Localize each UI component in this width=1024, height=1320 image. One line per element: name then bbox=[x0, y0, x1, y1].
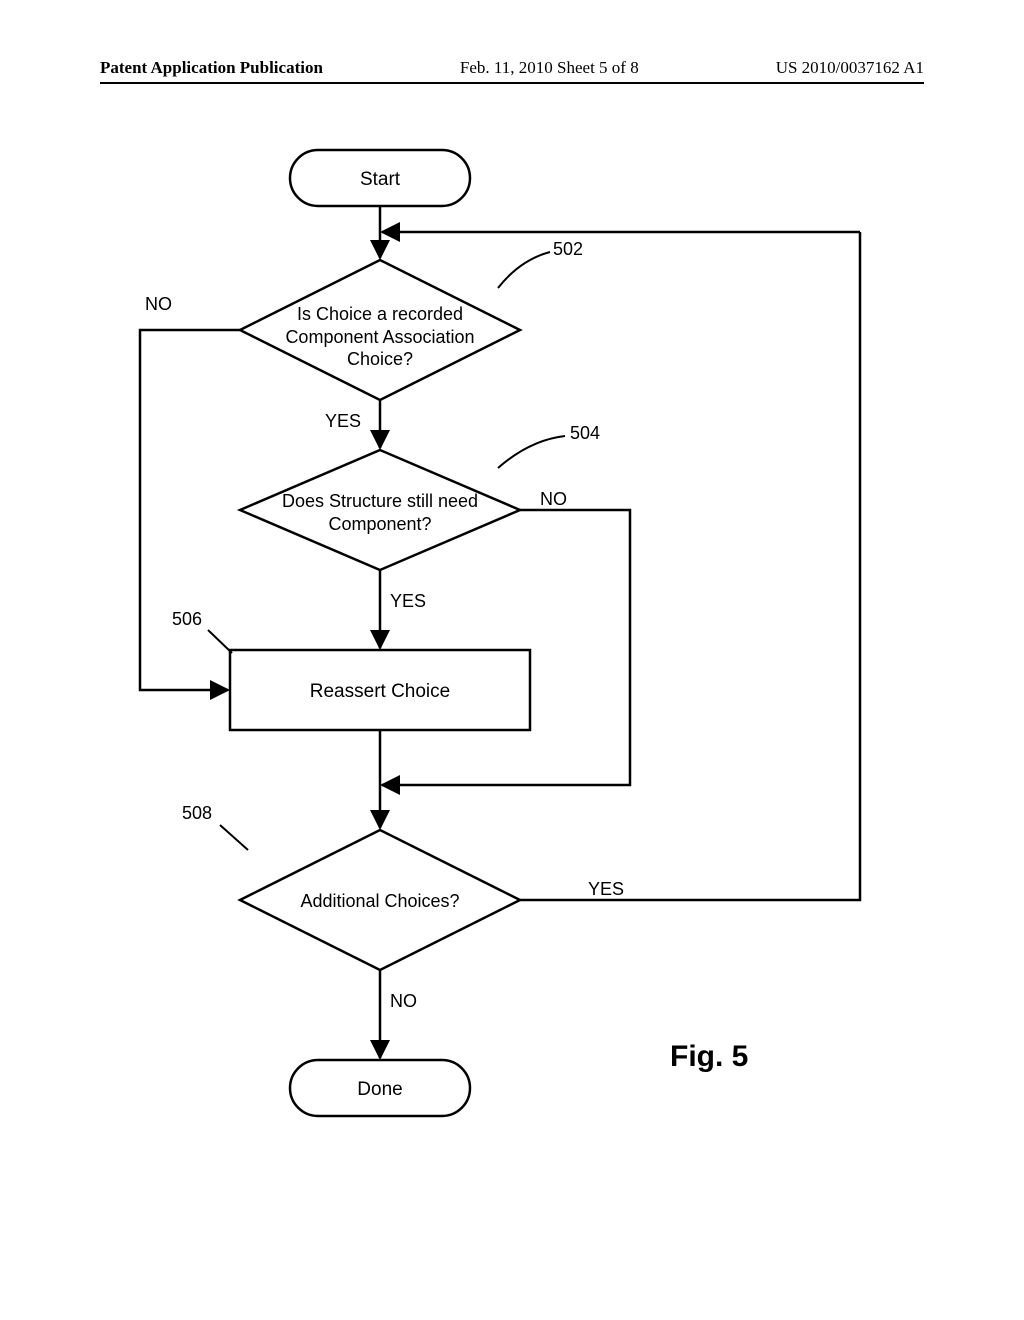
header-right: US 2010/0037162 A1 bbox=[776, 58, 924, 78]
edge-label-504-yes: YES bbox=[390, 590, 426, 613]
edge-label-502-no: NO bbox=[145, 293, 172, 316]
process-506-label: Reassert Choice bbox=[230, 680, 530, 704]
header-left: Patent Application Publication bbox=[100, 58, 323, 78]
start-label: Start bbox=[290, 168, 470, 192]
header-rule bbox=[100, 82, 924, 84]
leader-508 bbox=[220, 825, 248, 850]
header-center: Feb. 11, 2010 Sheet 5 of 8 bbox=[460, 58, 639, 78]
edge-label-502-yes: YES bbox=[325, 410, 361, 433]
decision-508-label: Additional Choices? bbox=[255, 890, 505, 913]
flowchart-canvas: Start Is Choice a recorded Component Ass… bbox=[100, 140, 924, 1200]
page: Patent Application Publication Feb. 11, … bbox=[0, 0, 1024, 1320]
ref-506: 506 bbox=[172, 608, 202, 631]
ref-504: 504 bbox=[570, 422, 600, 445]
edge-502-no bbox=[140, 330, 240, 690]
ref-502: 502 bbox=[553, 238, 583, 261]
edge-508-yes bbox=[520, 232, 860, 900]
done-label: Done bbox=[290, 1078, 470, 1102]
edge-label-508-no: NO bbox=[390, 990, 417, 1013]
flowchart-svg bbox=[100, 140, 924, 1200]
figure-label: Fig. 5 bbox=[670, 1040, 748, 1074]
leader-502 bbox=[498, 252, 550, 288]
decision-502-label: Is Choice a recorded Component Associati… bbox=[255, 303, 505, 371]
decision-504-label: Does Structure still need Component? bbox=[255, 490, 505, 535]
ref-508: 508 bbox=[182, 802, 212, 825]
edge-label-504-no: NO bbox=[540, 488, 567, 511]
edge-504-no bbox=[382, 510, 630, 785]
leader-506 bbox=[208, 630, 232, 653]
leader-504 bbox=[498, 436, 565, 468]
edge-label-508-yes: YES bbox=[588, 878, 624, 901]
page-header: Patent Application Publication Feb. 11, … bbox=[100, 58, 924, 78]
